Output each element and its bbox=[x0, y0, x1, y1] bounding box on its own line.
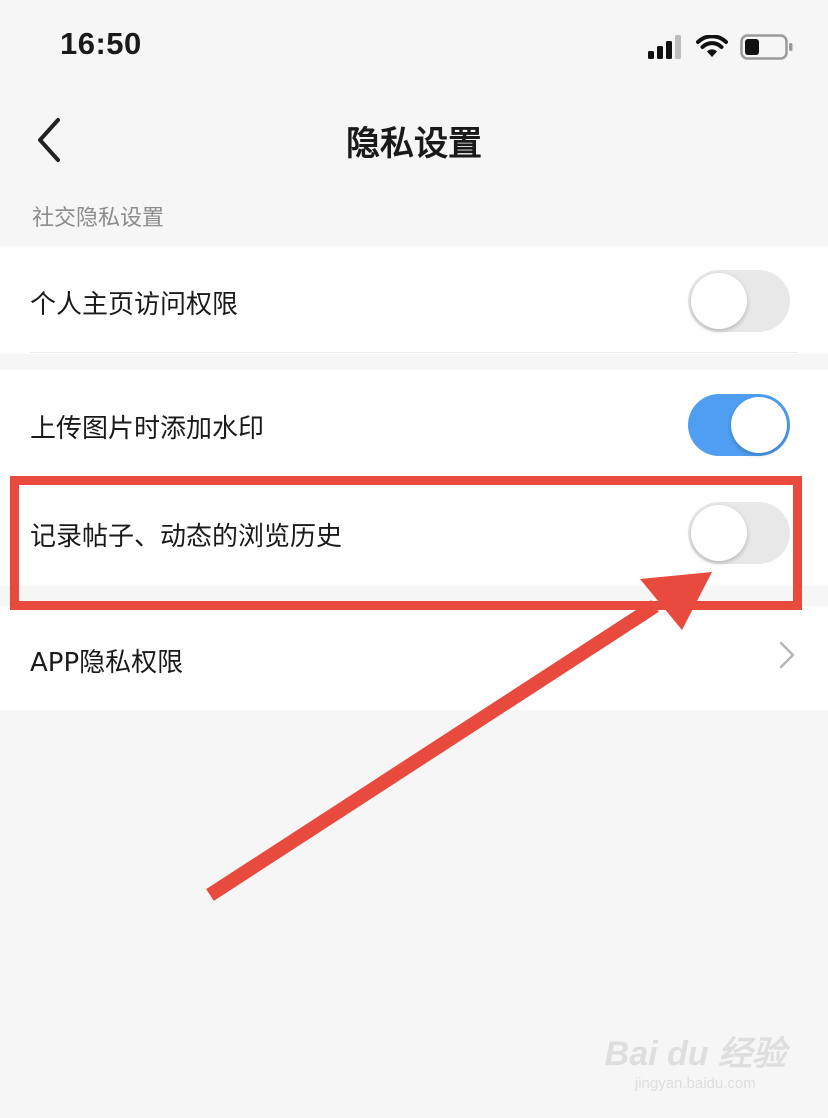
wifi-icon bbox=[696, 35, 728, 57]
setting-row-watermark: 上传图片时添加水印 bbox=[0, 370, 828, 478]
toggle-knob bbox=[691, 273, 747, 329]
battery-icon bbox=[740, 34, 793, 60]
watermark-url: jingyan.baidu.com bbox=[634, 1075, 756, 1092]
status-bar: 16:50 bbox=[0, 0, 828, 96]
signal-icon bbox=[648, 35, 681, 59]
setting-label: APP隐私权限 bbox=[30, 648, 184, 678]
toggle-knob bbox=[691, 505, 747, 561]
setting-label: 上传图片时添加水印 bbox=[30, 414, 265, 444]
nav-bar: 隐私设置 bbox=[0, 96, 828, 184]
divider bbox=[30, 352, 798, 353]
browse-history-toggle[interactable] bbox=[688, 502, 790, 564]
toggle-knob bbox=[731, 397, 787, 453]
setting-row-app-privacy[interactable]: APP隐私权限 bbox=[0, 606, 828, 710]
section-header: 社交隐私设置 bbox=[32, 206, 165, 231]
watermark-toggle[interactable] bbox=[688, 394, 790, 456]
setting-label: 记录帖子、动态的浏览历史 bbox=[30, 522, 343, 552]
watermark: Bai du 经验 jingyan.baidu.com bbox=[605, 1026, 786, 1092]
watermark-logo: Bai du 经验 bbox=[604, 1035, 786, 1073]
status-time: 16:50 bbox=[60, 26, 142, 61]
chevron-right-icon bbox=[779, 641, 795, 669]
setting-row-profile-access: 个人主页访问权限 bbox=[0, 246, 828, 354]
setting-row-browse-history: 记录帖子、动态的浏览历史 bbox=[0, 478, 828, 586]
page-title: 隐私设置 bbox=[346, 124, 482, 164]
setting-label: 个人主页访问权限 bbox=[30, 290, 239, 320]
status-icons bbox=[648, 34, 794, 60]
profile-access-toggle[interactable] bbox=[688, 270, 790, 332]
